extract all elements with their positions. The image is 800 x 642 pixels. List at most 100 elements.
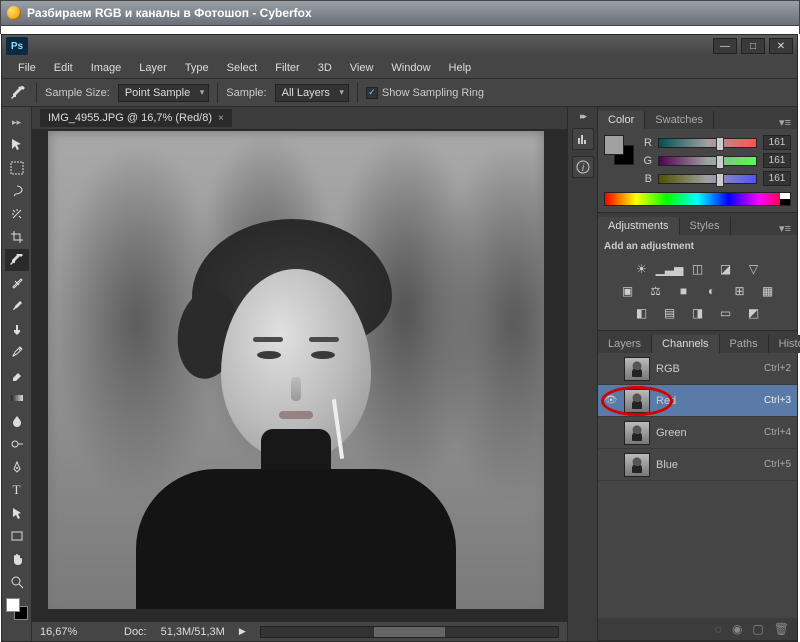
brush-tool[interactable] — [5, 295, 29, 317]
color-balance-icon[interactable]: ⚖ — [647, 283, 665, 299]
exposure-icon[interactable]: ◪ — [717, 261, 735, 277]
foreground-color-swatch[interactable] — [6, 598, 20, 612]
load-selection-icon[interactable]: ◌ — [715, 622, 722, 636]
delete-channel-icon[interactable]: 🗑 — [774, 622, 789, 636]
threshold-icon[interactable]: ◨ — [689, 305, 707, 321]
curves-icon[interactable]: ◫ — [689, 261, 707, 277]
sample-dropdown[interactable]: All Layers — [275, 84, 349, 102]
gradient-tool[interactable] — [5, 387, 29, 409]
healing-brush-tool[interactable] — [5, 272, 29, 294]
menu-edit[interactable]: Edit — [46, 60, 81, 76]
color-panel-menu-icon[interactable]: ▾≡ — [773, 116, 797, 129]
move-tool[interactable] — [5, 134, 29, 156]
channel-row-blue[interactable]: Blue Ctrl+5 — [598, 449, 797, 481]
minimize-button[interactable]: — — [713, 38, 737, 54]
type-tool[interactable]: T — [5, 479, 29, 501]
g-value[interactable]: 161 — [763, 153, 791, 168]
blur-tool[interactable] — [5, 410, 29, 432]
black-white-icon[interactable]: ■ — [675, 283, 693, 299]
document-tab[interactable]: IMG_4955.JPG @ 16,7% (Red/8) × — [40, 109, 232, 127]
g-slider[interactable] — [658, 156, 757, 166]
horizontal-scrollbar[interactable] — [260, 626, 559, 638]
sample-size-dropdown[interactable]: Point Sample — [118, 84, 209, 102]
tab-history[interactable]: History — [769, 335, 800, 353]
pen-tool[interactable] — [5, 456, 29, 478]
rectangle-tool[interactable] — [5, 525, 29, 547]
tab-styles[interactable]: Styles — [680, 217, 731, 235]
selective-color-icon[interactable]: ◩ — [745, 305, 763, 321]
color-spectrum[interactable] — [604, 192, 791, 206]
tab-layers[interactable]: Layers — [598, 335, 652, 353]
menu-filter[interactable]: Filter — [267, 60, 307, 76]
save-selection-icon[interactable]: ◉ — [732, 622, 742, 636]
maximize-button[interactable]: □ — [741, 38, 765, 54]
eyedropper-tool-icon[interactable] — [8, 83, 28, 103]
menu-select[interactable]: Select — [219, 60, 266, 76]
brightness-contrast-icon[interactable]: ☀ — [633, 261, 651, 277]
tab-swatches[interactable]: Swatches — [645, 111, 714, 129]
dodge-tool[interactable] — [5, 433, 29, 455]
visibility-toggle[interactable] — [604, 426, 618, 440]
menu-3d[interactable]: 3D — [310, 60, 340, 76]
tab-paths[interactable]: Paths — [720, 335, 769, 353]
photo-filter-icon[interactable]: ◐ — [703, 283, 721, 299]
menu-type[interactable]: Type — [177, 60, 217, 76]
marquee-tool[interactable] — [5, 157, 29, 179]
zoom-tool[interactable] — [5, 571, 29, 593]
visibility-toggle[interactable] — [604, 458, 618, 472]
eraser-tool[interactable] — [5, 364, 29, 386]
channel-mixer-icon[interactable]: ⊞ — [731, 283, 749, 299]
status-menu-arrow[interactable]: ▶ — [239, 626, 246, 637]
g-slider-knob[interactable] — [716, 155, 724, 169]
menu-image[interactable]: Image — [83, 60, 130, 76]
levels-icon[interactable]: ▁▃▅ — [661, 261, 679, 277]
menu-view[interactable]: View — [342, 60, 382, 76]
crop-tool[interactable] — [5, 226, 29, 248]
visibility-toggle[interactable] — [604, 394, 618, 408]
r-slider-knob[interactable] — [716, 137, 724, 151]
color-swatch-pair[interactable] — [604, 135, 634, 165]
channel-row-rgb[interactable]: RGB Ctrl+2 — [598, 353, 797, 385]
lasso-tool[interactable] — [5, 180, 29, 202]
scrollbar-thumb[interactable] — [374, 627, 445, 637]
color-lookup-icon[interactable]: ▦ — [759, 283, 777, 299]
r-value[interactable]: 161 — [763, 135, 791, 150]
show-sampling-ring-checkbox[interactable]: ✓ Show Sampling Ring — [366, 87, 484, 99]
info-panel-icon[interactable]: i — [572, 156, 594, 178]
path-selection-tool[interactable] — [5, 502, 29, 524]
adjustments-panel-menu-icon[interactable]: ▾≡ — [773, 222, 797, 235]
menu-layer[interactable]: Layer — [131, 60, 175, 76]
b-slider-knob[interactable] — [716, 173, 724, 187]
menu-file[interactable]: File — [10, 60, 44, 76]
b-value[interactable]: 161 — [763, 171, 791, 186]
visibility-toggle[interactable] — [604, 362, 618, 376]
r-slider[interactable] — [658, 138, 757, 148]
canvas[interactable] — [48, 131, 544, 609]
menu-window[interactable]: Window — [383, 60, 438, 76]
hand-tool[interactable] — [5, 548, 29, 570]
channel-row-red[interactable]: Red Ctrl+3 — [598, 385, 797, 417]
close-document-icon[interactable]: × — [218, 113, 224, 124]
channel-row-green[interactable]: Green Ctrl+4 — [598, 417, 797, 449]
collapse-toolbar-icon[interactable]: ▸▸ — [5, 111, 29, 133]
magic-wand-tool[interactable] — [5, 203, 29, 225]
close-window-button[interactable]: ✕ — [769, 38, 793, 54]
tab-channels[interactable]: Channels — [652, 335, 719, 353]
foreground-background-colors[interactable] — [6, 598, 28, 620]
tab-color[interactable]: Color — [598, 111, 645, 129]
foreground-swatch[interactable] — [604, 135, 624, 155]
invert-icon[interactable]: ◧ — [633, 305, 651, 321]
hue-saturation-icon[interactable]: ▣ — [619, 283, 637, 299]
gradient-map-icon[interactable]: ▭ — [717, 305, 735, 321]
vibrance-icon[interactable]: ▽ — [745, 261, 763, 277]
histogram-panel-icon[interactable] — [572, 128, 594, 150]
eyedropper-tool[interactable] — [5, 249, 29, 271]
history-brush-tool[interactable] — [5, 341, 29, 363]
zoom-level[interactable]: 16,67% — [40, 626, 110, 638]
posterize-icon[interactable]: ▤ — [661, 305, 679, 321]
expand-panels-icon[interactable]: ▸▸ — [580, 111, 585, 122]
tab-adjustments[interactable]: Adjustments — [598, 217, 680, 235]
new-channel-icon[interactable]: ▢ — [752, 622, 763, 636]
menu-help[interactable]: Help — [441, 60, 480, 76]
b-slider[interactable] — [658, 174, 757, 184]
